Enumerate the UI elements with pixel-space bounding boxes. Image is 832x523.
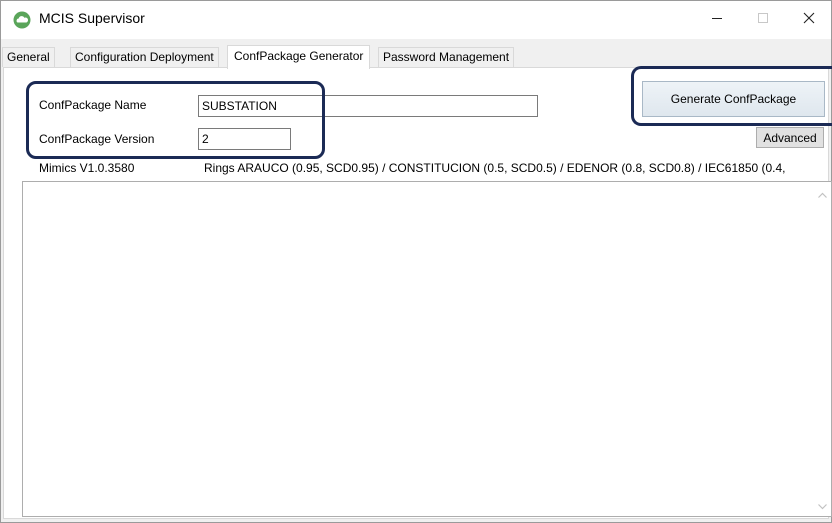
title-bar[interactable]: MCIS Supervisor	[1, 1, 831, 39]
window-title: MCIS Supervisor	[39, 10, 145, 26]
main-window: MCIS Supervisor General Configuration De…	[0, 0, 832, 523]
rings-info-text: Rings ARAUCO (0.95, SCD0.95) / CONSTITUC…	[204, 161, 786, 175]
tab-strip: General Configuration Deployment ConfPac…	[1, 45, 831, 69]
confpackage-name-input[interactable]	[198, 95, 538, 117]
minimize-icon	[711, 12, 723, 24]
confpackage-name-label: ConfPackage Name	[39, 98, 147, 112]
advanced-button[interactable]: Advanced	[756, 127, 824, 148]
tab-password-management[interactable]: Password Management	[378, 47, 515, 67]
tab-configuration-deployment[interactable]: Configuration Deployment	[70, 47, 219, 67]
scroll-down-arrow-icon[interactable]	[817, 499, 828, 510]
app-cloud-icon	[13, 11, 31, 29]
output-textarea[interactable]	[22, 181, 832, 517]
tab-general[interactable]: General	[2, 47, 55, 67]
minimize-button[interactable]	[694, 1, 740, 35]
close-button[interactable]	[786, 1, 832, 35]
confpackage-version-label: ConfPackage Version	[39, 132, 155, 146]
mimics-version-text: Mimics V1.0.3580	[39, 161, 135, 175]
scroll-up-arrow-icon[interactable]	[817, 188, 828, 199]
generate-confpackage-button[interactable]: Generate ConfPackage	[642, 81, 825, 117]
close-icon	[803, 12, 815, 24]
tab-confpackage-generator[interactable]: ConfPackage Generator	[227, 45, 371, 69]
maximize-icon	[757, 12, 769, 24]
vertical-scrollbar[interactable]	[814, 182, 831, 516]
maximize-button[interactable]	[740, 1, 786, 35]
confpackage-version-input[interactable]	[198, 128, 291, 150]
